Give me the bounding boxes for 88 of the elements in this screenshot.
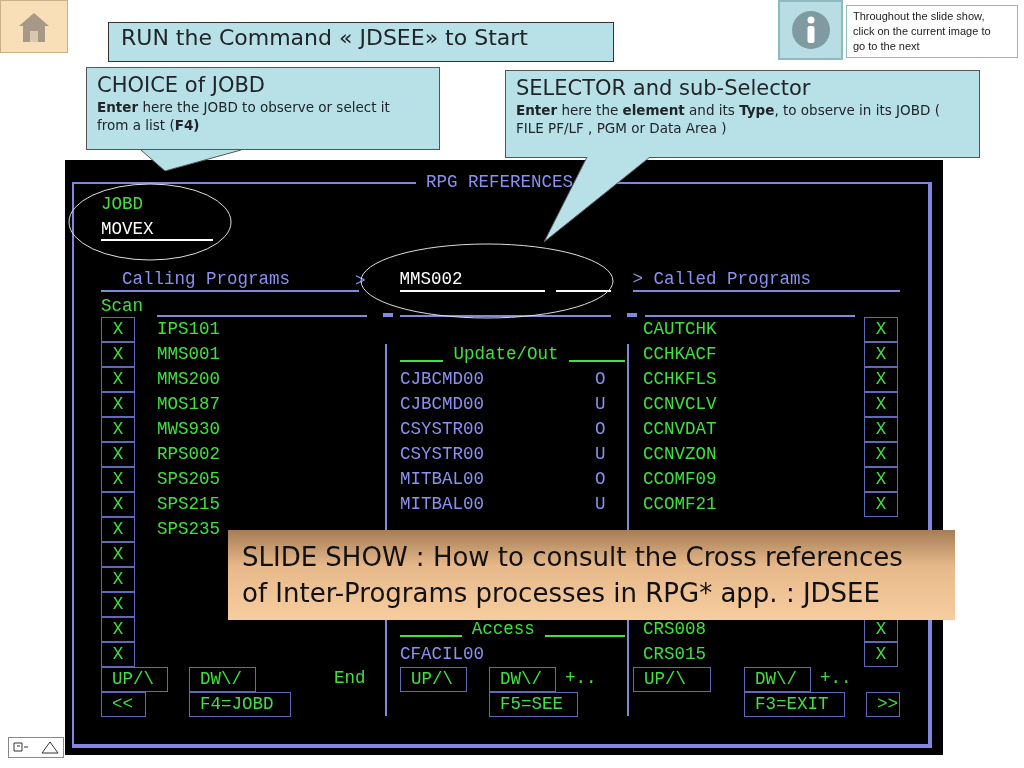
option-field[interactable]: X: [864, 317, 898, 342]
input-field[interactable]: MMS002: [399, 268, 545, 292]
program-name: CAUTCHK: [643, 318, 717, 341]
banner-text: of Inter-Programs processes in RPG* app. : JDSEE: [242, 577, 881, 610]
file-name: MITBAL00: [400, 493, 484, 516]
function-key[interactable]: UP/\: [400, 667, 467, 692]
instruction-note: Throughout the slide show, click on the current image to go to the next: [846, 5, 1018, 58]
option-field[interactable]: X: [101, 417, 135, 442]
option-field[interactable]: X: [864, 342, 898, 367]
option-field[interactable]: X: [101, 367, 135, 392]
file-name: CJBCMD00: [400, 368, 484, 391]
function-key[interactable]: <<: [101, 692, 146, 717]
option-field[interactable]: X: [101, 317, 135, 342]
option-field[interactable]: X: [864, 442, 898, 467]
navigation-icon[interactable]: [8, 737, 64, 758]
option-field[interactable]: X: [101, 492, 135, 517]
info-icon: [790, 10, 831, 50]
program-name: SPS235: [157, 518, 220, 541]
usage-code: O: [595, 368, 606, 391]
usage-code: U: [595, 443, 606, 466]
function-key[interactable]: DW\/: [189, 667, 256, 692]
program-name: MMS200: [157, 368, 220, 391]
program-name: CCHKFLS: [643, 368, 717, 391]
field-label: Scan: [101, 295, 144, 317]
program-name: MWS930: [157, 418, 220, 441]
program-name: MMS001: [157, 343, 220, 366]
program-name: CCOMF21: [643, 493, 717, 516]
function-key[interactable]: DW\/: [744, 667, 811, 692]
option-field[interactable]: X: [864, 367, 898, 392]
program-name: CCOMF09: [643, 468, 717, 491]
program-name: CCNVCLV: [643, 393, 717, 416]
file-name: CJBCMD00: [400, 393, 484, 416]
section-heading: Access: [471, 618, 535, 641]
callout-title: CHOICE of JOBD: [97, 72, 266, 98]
usage-code: U: [595, 493, 606, 516]
program-name: RPS002: [157, 443, 220, 466]
file-name: MITBAL00: [400, 468, 484, 491]
file-name: CFACIL00: [400, 643, 484, 666]
function-key[interactable]: >>: [866, 692, 900, 717]
function-key[interactable]: F4=JOBD: [189, 692, 291, 717]
option-field[interactable]: X: [101, 617, 135, 642]
column-header: > Called Programs: [632, 268, 900, 292]
option-field[interactable]: X: [101, 467, 135, 492]
field-label: JOBD: [101, 193, 144, 216]
callout-title: SELECTOR and sub-Selector: [516, 75, 812, 101]
input-field[interactable]: MOVEX: [101, 219, 213, 241]
file-name: CSYSTR00: [400, 418, 484, 441]
option-field[interactable]: X: [864, 642, 898, 667]
program-name: CCNVDAT: [643, 418, 717, 441]
info-button[interactable]: [778, 0, 843, 60]
callout-text: Enter here the element and its Type, to observe in its JOBD ( FILE PF/LF , PGM or Data Area ): [516, 101, 941, 137]
option-field[interactable]: X: [101, 542, 135, 567]
usage-code: O: [595, 418, 606, 441]
usage-code: U: [595, 393, 606, 416]
program-name: CRS015: [643, 643, 706, 666]
file-name: CSYSTR00: [400, 443, 484, 466]
option-field[interactable]: X: [101, 642, 135, 667]
option-field[interactable]: X: [101, 342, 135, 367]
option-field[interactable]: X: [101, 567, 135, 592]
option-field[interactable]: X: [864, 467, 898, 492]
function-key[interactable]: DW\/: [489, 667, 556, 692]
option-field[interactable]: X: [864, 492, 898, 517]
program-name: SPS205: [157, 468, 220, 491]
slide-title: RUN the Command « JDSEE» to Start: [108, 22, 614, 62]
program-name: SPS215: [157, 493, 220, 516]
function-key[interactable]: F3=EXIT: [744, 692, 845, 717]
key-label: End: [334, 667, 366, 690]
function-key[interactable]: UP/\: [633, 667, 711, 692]
program-name: CCHKACF: [643, 343, 717, 366]
key-label: +..: [565, 667, 597, 690]
program-name: MOS187: [157, 393, 220, 416]
function-key[interactable]: UP/\: [101, 667, 168, 692]
section-heading: Update/Out: [453, 343, 559, 366]
option-field[interactable]: X: [864, 392, 898, 417]
usage-code: O: [595, 468, 606, 491]
banner-text: SLIDE SHOW : How to consult the Cross references: [242, 541, 904, 574]
program-name: CRS008: [643, 618, 706, 641]
function-key[interactable]: F5=SEE: [489, 692, 578, 717]
option-field[interactable]: X: [101, 517, 135, 542]
home-icon: [17, 10, 51, 43]
program-name: IPS101: [157, 318, 220, 341]
key-label: +..: [820, 667, 852, 690]
option-field[interactable]: X: [101, 392, 135, 417]
program-name: CCNVZON: [643, 443, 717, 466]
callout-text: Enter here the JOBD to observe or select it from a list (F4): [97, 98, 391, 134]
option-field[interactable]: X: [864, 417, 898, 442]
option-field[interactable]: X: [101, 442, 135, 467]
option-field[interactable]: X: [101, 592, 135, 617]
